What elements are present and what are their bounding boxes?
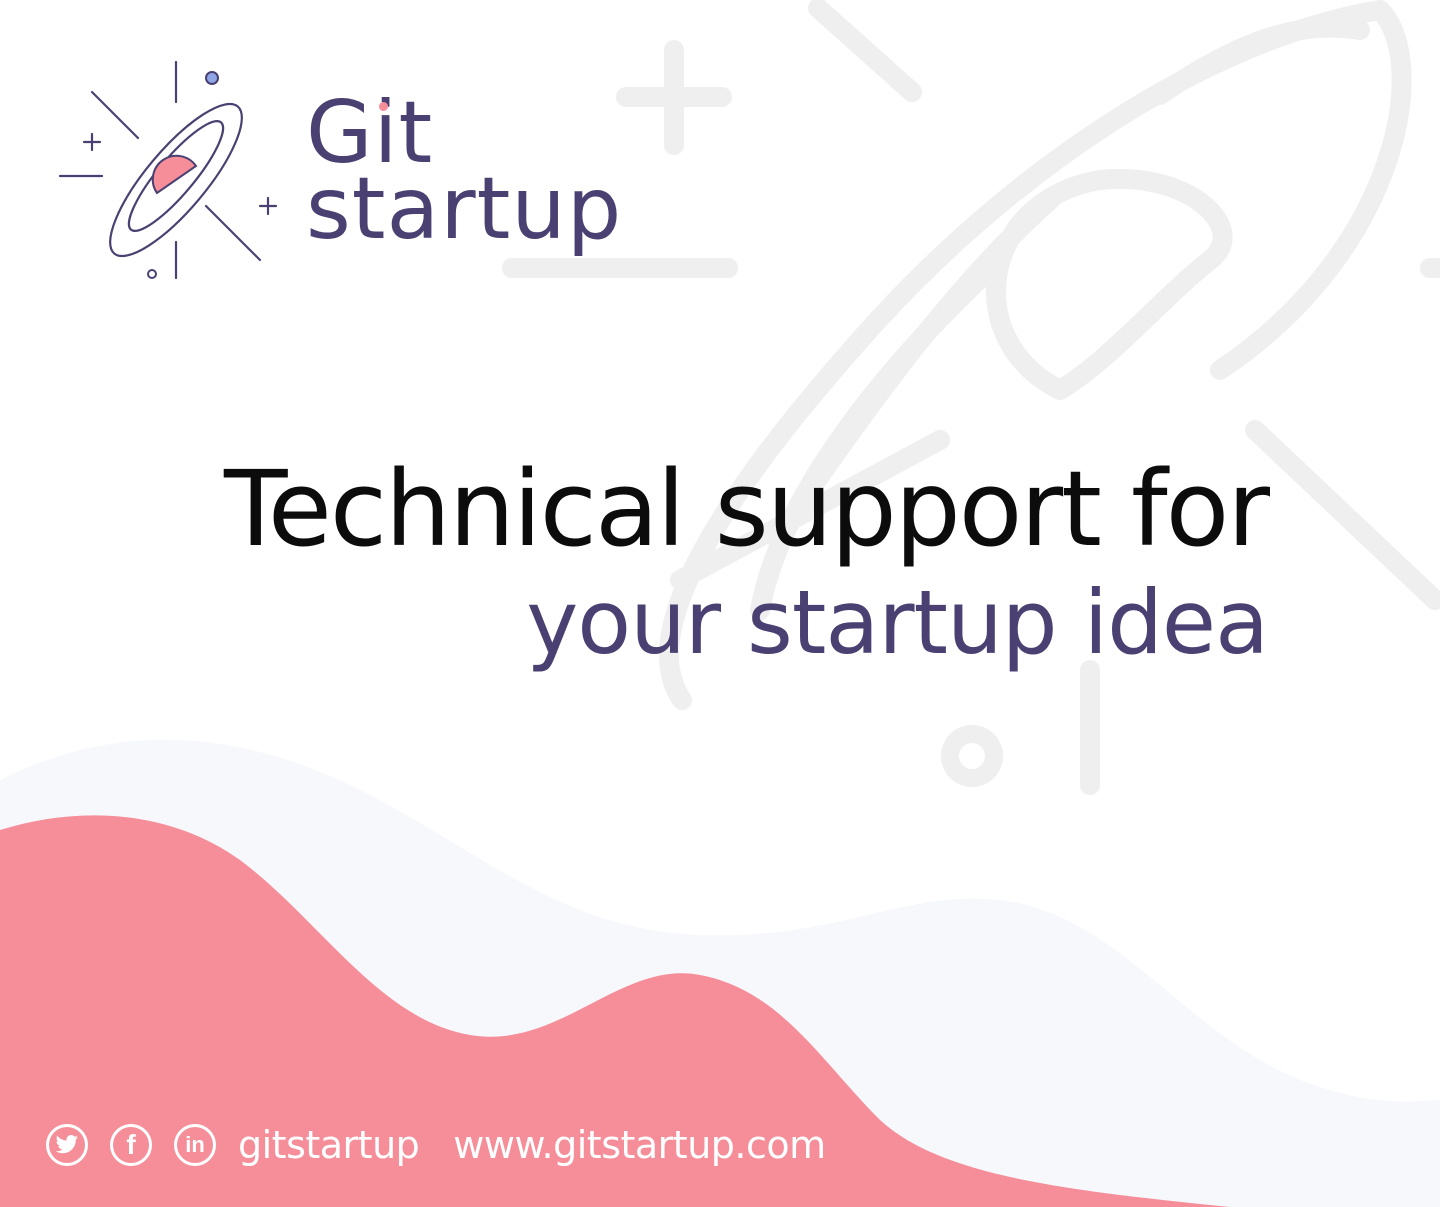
headline: Technical support for your startup idea — [0, 448, 1270, 678]
social-handle[interactable]: gitstartup — [238, 1123, 420, 1167]
brand-line-1: Git — [306, 90, 622, 176]
brand-line-2: startup — [306, 158, 623, 259]
brand-wordmark: Git startup — [306, 90, 623, 259]
linkedin-icon[interactable]: in — [174, 1124, 216, 1166]
headline-line-1: Technical support for — [224, 448, 1270, 570]
brand-logo: Git startup — [56, 56, 621, 286]
twitter-icon[interactable] — [46, 1124, 88, 1166]
brand-dot — [379, 102, 388, 111]
website-link[interactable]: www.gitstartup.com — [453, 1123, 826, 1167]
twitter-bird-glyph — [55, 1135, 79, 1154]
footer-contact-bar: f in gitstartup www.gitstartup.com — [46, 1120, 826, 1170]
headline-line-2: your startup idea — [526, 571, 1269, 674]
banner-canvas: Git startup Technical support for your s… — [0, 0, 1440, 1207]
orbit-planet-icon — [58, 60, 278, 280]
brand-line-1-text: Git — [306, 83, 434, 183]
facebook-icon[interactable]: f — [110, 1124, 152, 1166]
